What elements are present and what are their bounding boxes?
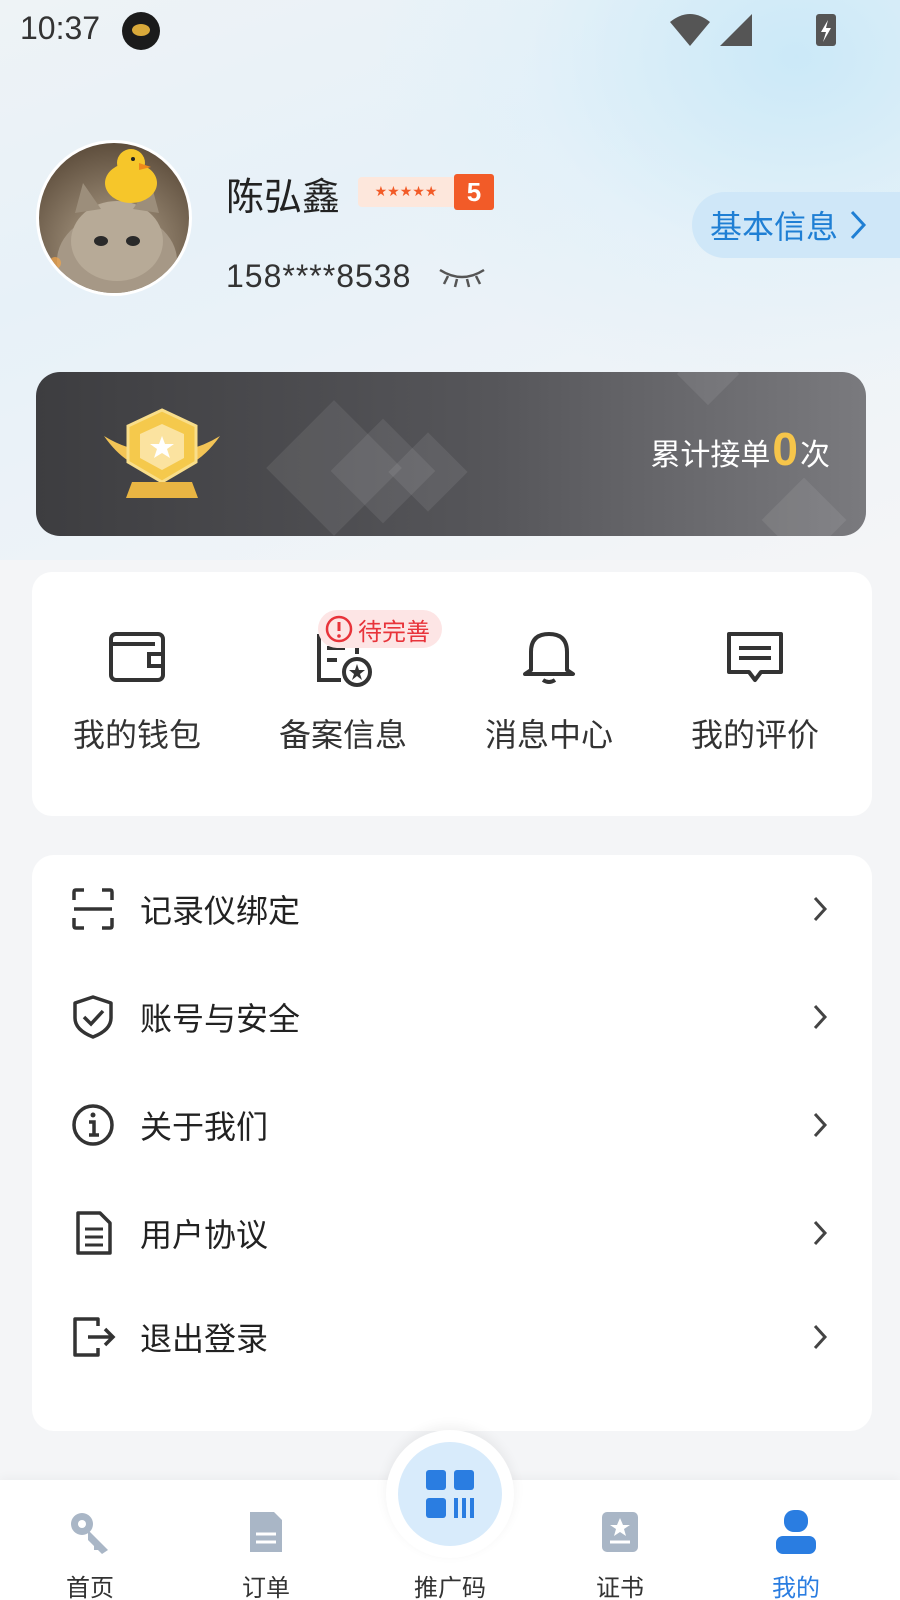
order-stats-card: 累计接单 0 次 [36,372,866,536]
menu-item-recorder-binding[interactable]: 记录仪绑定 [32,859,872,959]
quick-action-wallet[interactable]: 我的钱包 [32,624,242,756]
quick-action-reviews[interactable]: 我的评价 [650,624,860,756]
tab-label: 订单 [242,1574,290,1600]
quick-actions-card: 我的钱包 备案信息 消息中心 我的评价 [32,572,872,816]
quick-action-label: 我的钱包 [72,716,201,754]
scan-frame-icon [72,888,114,930]
settings-menu: 记录仪绑定 账号与安全 关于我们 用户协议 退出登录 [32,855,872,1431]
bell-icon [523,632,575,684]
menu-item-account-security[interactable]: 账号与安全 [32,967,872,1067]
signal-icon [720,14,752,46]
basic-info-button[interactable]: 基本信息 [692,192,900,258]
qr-code-icon [426,1470,474,1518]
info-icon [72,1104,114,1146]
menu-label: 记录仪绑定 [140,892,301,930]
key-icon [71,1513,108,1554]
menu-label: 用户协议 [140,1216,269,1254]
wallet-icon [109,632,165,682]
wifi-icon [670,14,710,46]
stats-count: 0 [772,423,798,475]
shield-check-icon [73,995,113,1039]
comment-icon [727,632,783,682]
chevron-right-icon [813,1112,828,1138]
username: 陈弘鑫 [226,175,341,219]
menu-label: 退出登录 [140,1320,269,1358]
rating-badge: ★★★★★ 5 [358,174,494,210]
chevron-right-icon [813,1324,828,1350]
alert-circle-icon [325,615,353,643]
stats-suffix: 次 [800,438,830,473]
decor-diamond [676,372,740,406]
tab-label: 证书 [596,1574,644,1600]
menu-item-logout[interactable]: 退出登录 [32,1287,872,1387]
tab-certificates[interactable]: 证书 [530,1480,710,1600]
avatar[interactable] [36,140,192,296]
chevron-right-icon [850,210,867,240]
phone-number: 158****8538 [226,258,412,294]
basic-info-label: 基本信息 [710,208,839,246]
status-time: 10:37 [20,10,101,46]
menu-label: 关于我们 [140,1108,269,1146]
chevron-right-icon [813,1220,828,1246]
pending-badge-label: 待完善 [358,617,430,646]
quick-action-messages[interactable]: 消息中心 [444,624,654,756]
quick-action-label: 备案信息 [278,716,407,754]
star-rating: ★★★★★ [358,177,454,207]
level-number: 5 [454,174,494,210]
pending-badge: 待完善 [318,610,442,648]
tab-label: 首页 [66,1574,114,1600]
avatar-image [49,149,177,293]
tab-orders[interactable]: 订单 [176,1480,356,1600]
stats-prefix: 累计接单 [650,438,771,473]
quick-action-label: 消息中心 [484,716,613,754]
chevron-right-icon [813,1004,828,1030]
menu-item-user-agreement[interactable]: 用户协议 [32,1183,872,1283]
status-icons [670,14,836,46]
decor-diamond [761,477,847,536]
tab-mine[interactable]: 我的 [706,1480,886,1600]
chevron-right-icon [813,896,828,922]
tab-home[interactable]: 首页 [0,1480,180,1600]
order-stats-text: 累计接单 0 次 [650,422,830,476]
promo-code-fab-inner [398,1442,502,1546]
eye-closed-icon[interactable] [438,266,486,288]
tab-label: 推广码 [414,1574,486,1600]
promo-code-fab[interactable] [386,1430,514,1558]
certificate-badge-icon [602,1512,638,1552]
document-icon [76,1211,112,1255]
logout-icon [73,1317,116,1357]
menu-item-about-us[interactable]: 关于我们 [32,1075,872,1175]
quick-action-label: 我的评价 [690,716,819,754]
order-icon [250,1512,282,1552]
tab-label: 我的 [772,1574,820,1600]
medal-icon [104,408,220,498]
status-bar: 10:37 [0,0,900,60]
app-notification-icon [122,12,160,50]
menu-label: 账号与安全 [140,1000,301,1038]
user-icon [776,1510,816,1554]
